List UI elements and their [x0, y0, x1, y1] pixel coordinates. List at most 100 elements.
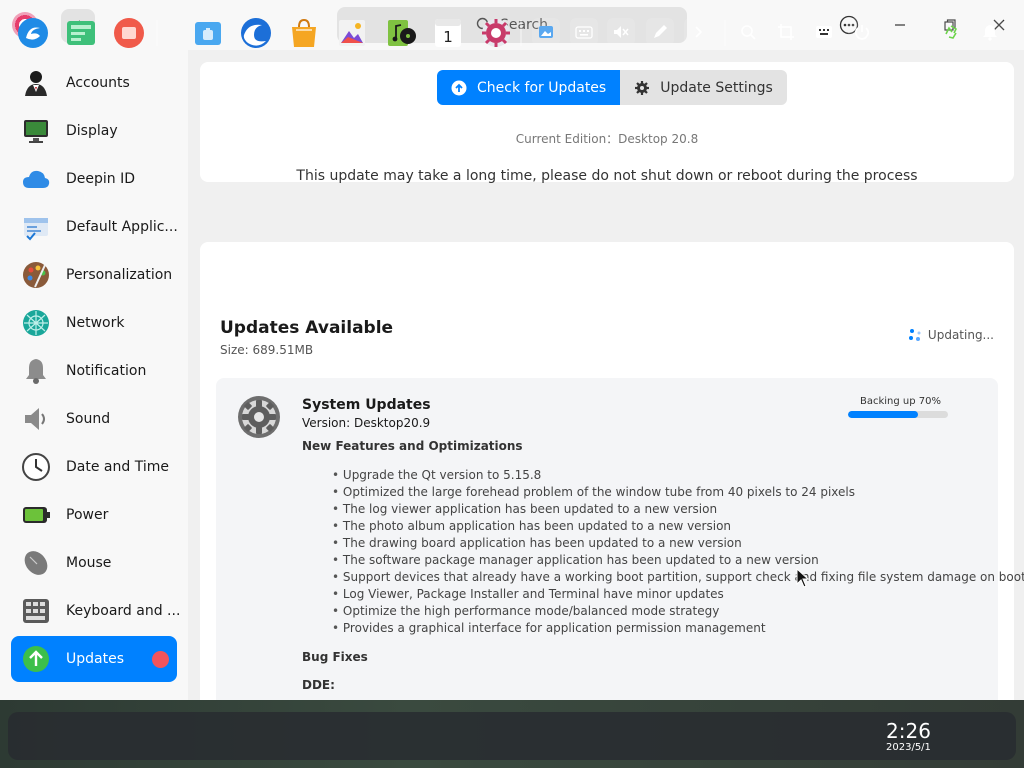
multitask-view-button[interactable]: [64, 16, 98, 50]
picture-icon: [539, 26, 553, 38]
power-icon: [854, 25, 870, 40]
dde-heading: DDE:: [302, 678, 335, 692]
sidebar-item-default-applications[interactable]: Default Applic...: [11, 204, 178, 250]
sidebar-item-keyboard[interactable]: Keyboard and ...: [11, 588, 181, 634]
tray-keyboard-button[interactable]: [570, 18, 598, 46]
keyboard-icon: [575, 26, 593, 39]
sidebar-item-date-and-time[interactable]: Date and Time: [11, 444, 177, 490]
recorder-icon: [114, 18, 144, 48]
list-item: The log viewer application has been upda…: [332, 501, 1024, 518]
image-viewer-icon: [339, 20, 365, 46]
chevron-right-icon: [695, 26, 703, 38]
tray-brightness-button[interactable]: [646, 18, 674, 46]
notification-center-button[interactable]: [976, 18, 1004, 46]
sidebar-item-mouse[interactable]: Mouse: [11, 540, 177, 586]
sidebar-item-network[interactable]: Network: [11, 300, 177, 346]
tray-screenshot-button[interactable]: [532, 18, 560, 46]
list-item: Optimize the high performance mode/balan…: [332, 603, 1024, 620]
tray-expand-button[interactable]: [684, 18, 712, 46]
updates-size: Size: 689.51MB: [220, 343, 314, 357]
sidebar-item-label: Mouse: [66, 555, 112, 571]
sidebar-item-label: Network: [66, 315, 125, 331]
sidebar-item-label: Date and Time: [66, 459, 169, 475]
sidebar-item-personalization[interactable]: Personalization: [11, 252, 177, 298]
sidebar-item-notification[interactable]: Notification: [11, 348, 177, 394]
clock-icon: [22, 453, 50, 481]
tray-power-button[interactable]: [848, 18, 876, 46]
list-item: Log Viewer, Package Installer and Termin…: [332, 586, 1024, 603]
music-button[interactable]: [383, 16, 417, 50]
calendar-day: 1: [443, 28, 453, 46]
default-apps-icon: [24, 218, 48, 241]
folder-icon: [195, 22, 221, 45]
multitask-icon: [67, 21, 95, 45]
sidebar-item-label: Default Applic...: [66, 219, 178, 235]
sidebar-item-power[interactable]: Power: [11, 492, 177, 538]
progress-label: Backing up 70%: [860, 396, 942, 407]
search-icon: [741, 25, 756, 40]
backup-progress-bar: [848, 411, 948, 418]
image-viewer-button[interactable]: [335, 16, 369, 50]
features-list: Upgrade the Qt version to 5.15.8 Optimiz…: [332, 467, 1024, 637]
tray-onboard-button[interactable]: [810, 18, 838, 46]
minimize-button[interactable]: [885, 10, 915, 40]
system-updates-title: System Updates: [302, 397, 431, 413]
sidebar-item-deepin-id[interactable]: Deepin ID: [11, 156, 177, 202]
clock-time[interactable]: 2:26: [886, 719, 931, 743]
speaker-icon: [25, 408, 45, 430]
progress-fill: [848, 411, 918, 418]
minimize-icon: [895, 24, 905, 26]
update-badge: [152, 651, 169, 668]
calendar-icon: 1: [435, 19, 461, 47]
accounts-icon: [25, 71, 47, 96]
sidebar-item-label: Keyboard and ...: [66, 603, 181, 619]
control-center-button[interactable]: [479, 16, 513, 50]
sidebar-item-accounts[interactable]: Accounts: [11, 60, 177, 106]
tab-update-settings[interactable]: Update Settings: [620, 70, 787, 105]
updates-available-card: Updates Available Size: 689.51MB Updatin…: [200, 242, 1024, 700]
app-store-button[interactable]: [287, 16, 321, 50]
display-icon: [24, 120, 48, 143]
cloud-icon: [23, 170, 50, 188]
screen-recorder-button[interactable]: [112, 16, 146, 50]
battery-icon: [23, 507, 50, 523]
tab-check-for-updates[interactable]: Check for Updates: [437, 70, 621, 105]
sidebar-item-label: Deepin ID: [66, 171, 136, 187]
browser-icon: [241, 18, 271, 48]
sidebar-item-label: Updates: [66, 651, 124, 667]
dock-separator: [520, 20, 522, 46]
system-updates-item: System Updates Version: Desktop20.9 New …: [216, 378, 1024, 700]
shopping-bag-icon: [292, 18, 316, 47]
sidebar-item-label: Accounts: [66, 75, 130, 91]
updating-label: Updating...: [927, 328, 994, 342]
list-item: Upgrade the Qt version to 5.15.8: [332, 467, 1024, 484]
updates-available-title: Updates Available: [220, 318, 394, 338]
sidebar-item-sound[interactable]: Sound: [11, 396, 177, 442]
list-item: The drawing board application has been u…: [332, 535, 1024, 552]
pen-icon: [654, 25, 667, 38]
music-icon: [388, 20, 416, 46]
tray-trash-button[interactable]: [937, 18, 965, 46]
main-content: Check for Updates Update Settings Curren…: [188, 50, 1024, 700]
system-gear-icon: [238, 396, 280, 438]
dock-background: [0, 700, 1024, 768]
sidebar-item-display[interactable]: Display: [11, 108, 177, 154]
sidebar-item-updates[interactable]: Updates: [11, 636, 177, 682]
browser-button[interactable]: [239, 16, 273, 50]
keyboard-icon: [23, 599, 49, 623]
settings-gear-icon: [482, 19, 510, 47]
dock-separator: [724, 20, 726, 46]
calendar-button[interactable]: 1: [431, 16, 465, 50]
launcher-button[interactable]: [16, 16, 50, 50]
list-item: Provides a graphical interface for appli…: [332, 620, 1024, 637]
sidebar-item-label: Sound: [66, 411, 111, 427]
crop-icon: [778, 24, 794, 40]
tray-crop-button[interactable]: [772, 18, 800, 46]
tray-search-button[interactable]: [734, 18, 762, 46]
tab-label: Check for Updates: [477, 79, 607, 96]
file-manager-button[interactable]: [191, 16, 225, 50]
dock: [8, 712, 1016, 760]
bell-icon: [26, 359, 46, 384]
update-tabs: Check for Updates Update Settings: [437, 70, 787, 105]
tray-volume-button[interactable]: [607, 18, 635, 46]
